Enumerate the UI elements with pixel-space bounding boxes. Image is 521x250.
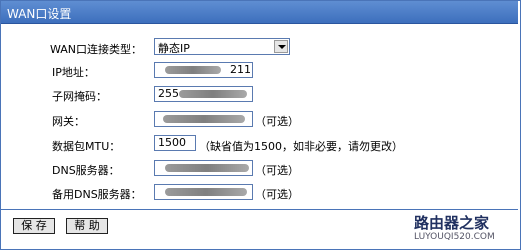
redacted-mask — [165, 188, 247, 196]
mtu-value: 1500 — [158, 136, 186, 149]
mtu-input[interactable]: 1500 — [154, 135, 196, 151]
redacted-mask — [165, 66, 221, 74]
wan-type-value: 静态IP — [158, 42, 190, 55]
page-title: WAN口设置 — [7, 7, 72, 21]
gateway-input[interactable] — [154, 111, 253, 127]
mask-input[interactable]: 255 — [154, 86, 253, 102]
dns-note: （可选） — [255, 164, 299, 177]
chevron-down-icon[interactable] — [274, 40, 288, 53]
wan-type-select[interactable]: 静态IP — [154, 38, 290, 55]
redacted-mask — [163, 115, 245, 123]
mask-value-prefix: 255 — [158, 87, 179, 100]
mtu-note: （缺省值为1500，如非必要，请勿更改） — [199, 140, 403, 153]
title-bar: WAN口设置 — [1, 1, 518, 24]
redacted-mask — [165, 164, 249, 172]
ip-label: IP地址： — [52, 66, 95, 79]
help-button[interactable]: 帮 助 — [66, 218, 108, 234]
redacted-mask — [179, 90, 247, 98]
dns-input[interactable] — [154, 160, 253, 176]
mtu-label: 数据包MTU： — [52, 140, 121, 153]
dns-backup-note: （可选） — [255, 188, 299, 201]
divider — [1, 209, 518, 210]
save-button[interactable]: 保 存 — [13, 218, 55, 234]
gateway-label: 网关： — [52, 115, 85, 128]
gateway-note: （可选） — [255, 115, 299, 128]
brand-logo-text: 路由器之家 — [414, 214, 490, 232]
ip-input[interactable]: 211 — [154, 62, 253, 78]
dns-label: DNS服务器： — [52, 164, 120, 177]
dns-backup-label: 备用DNS服务器： — [52, 188, 142, 201]
wan-type-label: WAN口连接类型： — [50, 43, 143, 56]
ip-value-suffix: 211 — [230, 63, 251, 76]
mask-label: 子网掩码： — [52, 90, 107, 103]
dns-backup-input[interactable] — [154, 184, 253, 200]
brand-url: LUYOUQI520.COM — [414, 232, 495, 242]
